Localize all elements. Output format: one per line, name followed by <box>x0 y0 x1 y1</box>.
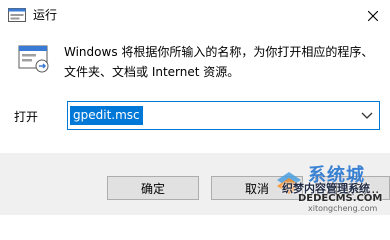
close-button[interactable] <box>362 5 384 27</box>
title-bar: 运行 <box>0 0 390 31</box>
run-dialog: 运行 Windows 将根据你所输入的名称，为你打开相应的程序、文件夹、文档或 … <box>0 0 390 215</box>
open-combobox[interactable]: gpedit.msc <box>67 101 380 130</box>
run-description: Windows 将根据你所输入的名称，为你打开相应的程序、文件夹、文档或 Int… <box>64 45 374 79</box>
window-title: 运行 <box>33 8 58 22</box>
open-label: 打开 <box>14 110 39 124</box>
watermark: 系统城 织梦内容管理系统 DEDECMS.COM xitongcheng.com <box>272 160 390 215</box>
ok-button[interactable]: 确定 <box>107 176 199 200</box>
close-icon <box>368 11 378 21</box>
watermark-line2: DEDECMS.COM <box>298 193 383 204</box>
run-dialog-icon <box>8 8 26 22</box>
chevron-down-icon[interactable] <box>361 111 373 121</box>
open-input[interactable]: gpedit.msc <box>70 106 143 125</box>
run-program-icon <box>18 45 49 73</box>
watermark-line3: xitongcheng.com <box>308 204 378 213</box>
